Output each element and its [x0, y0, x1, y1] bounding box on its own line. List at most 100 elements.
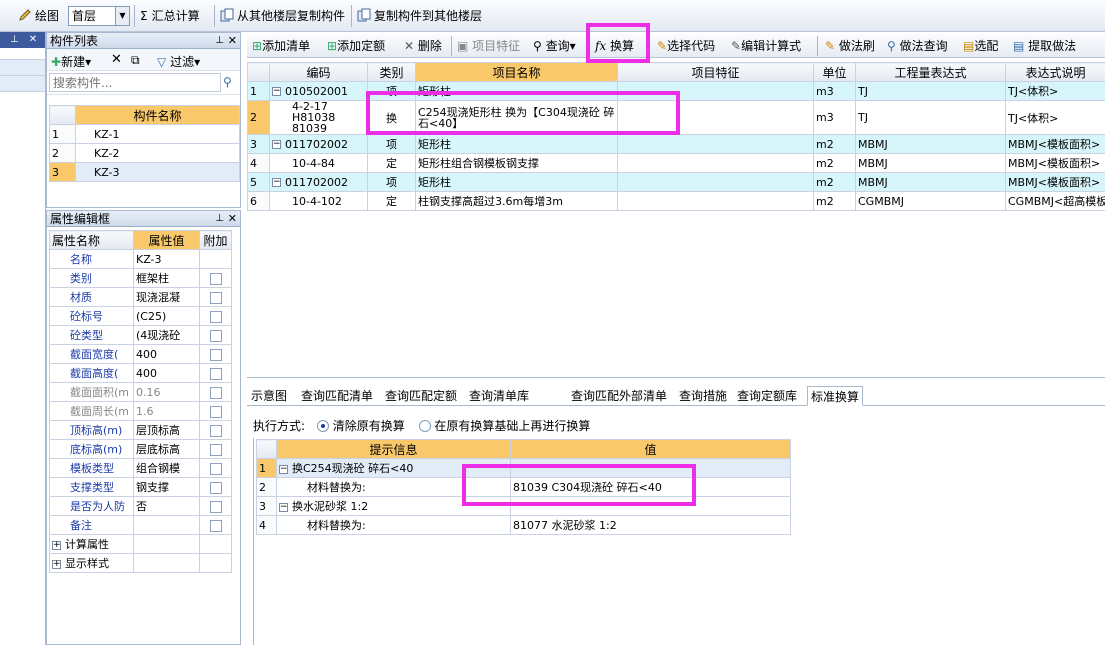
property-value[interactable]: 现浇混凝 — [133, 287, 200, 307]
property-row[interactable]: 材质 现浇混凝 — [49, 287, 232, 307]
convert-button[interactable]: fx 换算 — [595, 36, 634, 56]
attach-checkbox[interactable] — [209, 443, 222, 456]
tab-2[interactable]: 查询匹配定额 — [385, 386, 465, 406]
table-row[interactable]: 6 10-4-102 定柱钢支撑高超过3.6m每增3m m2 CGMBMJ CGMBMJ<… — [247, 191, 1105, 211]
item-feature-button[interactable]: ▣ 项目特征 — [457, 36, 520, 56]
extract-method-button[interactable]: ▤ 提取做法 — [1013, 36, 1076, 56]
table-row[interactable]: 4 10-4-84 定矩形柱组合钢模板钢支撑 m2 MBMJ MBMJ<模板面积> — [247, 153, 1105, 173]
property-row[interactable]: 备注 — [49, 515, 232, 535]
property-row[interactable]: 顶标高(m) 层顶标高 — [49, 420, 232, 440]
radio-continue-conversion[interactable] — [418, 420, 431, 432]
property-row[interactable]: 截面高度(400 — [49, 363, 232, 383]
attach-checkbox[interactable] — [209, 405, 222, 418]
property-value[interactable]: (4现浇砼 — [133, 325, 200, 345]
property-value[interactable]: 400 — [133, 363, 200, 383]
property-value[interactable]: 层底标高 — [133, 439, 200, 459]
collapse-icon[interactable]: − — [279, 464, 288, 474]
attach-checkbox[interactable] — [209, 519, 222, 532]
property-value[interactable]: 0.16 — [133, 382, 200, 402]
collapse-icon[interactable]: − — [272, 87, 281, 96]
property-row[interactable]: 底标高(m) 层底标高 — [49, 439, 232, 459]
property-value[interactable]: 层顶标高 — [133, 420, 200, 440]
attach-checkbox[interactable] — [209, 272, 222, 285]
table-row[interactable]: 1 KZ-1 — [49, 124, 240, 144]
collapse-icon[interactable]: − — [279, 502, 288, 512]
close-icon[interactable]: ✕ — [29, 34, 37, 45]
floor-select[interactable]: 首层 ▼ — [68, 6, 130, 26]
expand-icon[interactable]: + — [52, 540, 61, 550]
copy-to-floor-button[interactable]: 复制构件到其他楼层 — [357, 6, 482, 26]
edit-formula-button[interactable]: ✎编辑计算式 — [731, 36, 801, 56]
sum-calc-button[interactable]: Σ 汇总计算 — [140, 6, 200, 26]
tab-5[interactable]: 查询措施 — [679, 386, 733, 406]
property-row[interactable]: 砼标号 (C25) — [49, 306, 232, 326]
search-input[interactable] — [49, 73, 221, 92]
table-row[interactable]: 2 4-2-17 H81038 81039 换 C254现浇矩形柱 换为【C304现浇… — [247, 100, 1105, 135]
attach-checkbox[interactable] — [209, 310, 222, 323]
attach-checkbox[interactable] — [209, 462, 222, 475]
expand-icon[interactable]: + — [52, 559, 61, 569]
copy-from-floor-button[interactable]: 从其他楼层复制构件 — [220, 6, 345, 26]
property-row[interactable]: 类别 框架柱 — [49, 268, 232, 288]
table-row[interactable]: 2 KZ-2 — [49, 143, 240, 163]
attach-checkbox[interactable] — [209, 329, 222, 342]
query-button[interactable]: ⚲ 查询▾ — [533, 36, 576, 56]
property-row[interactable]: 砼类型 (4现浇砼 — [49, 325, 232, 345]
tab-7[interactable]: 标准换算 — [807, 386, 863, 406]
filter-button[interactable]: ▽ 过滤▾ — [157, 53, 200, 70]
pin-icon[interactable]: ⊥ — [215, 211, 224, 227]
copy-icon[interactable]: ⧉ — [131, 53, 140, 68]
tab-6[interactable]: 查询定额库 — [737, 386, 803, 406]
search-icon[interactable]: ⚲ — [223, 75, 232, 89]
conversion-row[interactable]: 4 材料替换为: 81077 水泥砂浆 1:2 — [256, 515, 791, 535]
add-list-button[interactable]: ⊞添加清单 — [252, 36, 310, 56]
property-row[interactable]: 截面面积(m 0.16 — [49, 382, 232, 402]
method-brush-button[interactable]: ✎ 做法刷 — [825, 36, 875, 56]
table-row[interactable]: 5−011702002 项矩形柱 m2 MBMJ MBMJ<模板面积> — [247, 172, 1105, 192]
new-button[interactable]: ✚新建▾ — [51, 53, 91, 70]
property-row[interactable]: 名称 KZ-3 — [49, 249, 232, 269]
close-icon[interactable]: ✕ — [228, 33, 237, 49]
conversion-row[interactable]: 1− 换C254现浇砼 碎石<40 — [256, 458, 791, 478]
property-value[interactable]: 否 — [133, 496, 200, 516]
conversion-row[interactable]: 3− 换水泥砂浆 1:2 — [256, 496, 791, 516]
property-group-row[interactable]: + 计算属性 — [49, 534, 232, 554]
tab-4[interactable]: 查询匹配外部清单 — [571, 386, 675, 406]
property-row[interactable]: 支撑类型 钢支撑 — [49, 477, 232, 497]
select-match-button[interactable]: ▤选配 — [963, 36, 998, 56]
property-row[interactable]: 截面宽度(400 — [49, 344, 232, 364]
collapse-icon[interactable]: − — [272, 140, 281, 149]
method-query-button[interactable]: ⚲ 做法查询 — [887, 36, 948, 56]
attach-checkbox[interactable] — [209, 481, 222, 494]
property-value[interactable]: 框架柱 — [133, 268, 200, 288]
table-row[interactable]: 3−011702002 项矩形柱 m2 MBMJ MBMJ<模板面积> — [247, 134, 1105, 154]
property-value[interactable]: 1.6 — [133, 401, 200, 421]
property-value[interactable]: 钢支撑 — [133, 477, 200, 497]
attach-checkbox[interactable] — [209, 424, 222, 437]
conversion-row[interactable]: 2 材料替换为: 81039 C304现浇砼 碎石<40 — [256, 477, 791, 497]
radio-clear-conversion[interactable] — [316, 420, 329, 432]
property-value[interactable]: KZ-3 — [133, 249, 200, 269]
tab-3[interactable]: 查询清单库 — [469, 386, 567, 406]
property-row[interactable]: 截面周长(m 1.6 — [49, 401, 232, 421]
tab-0[interactable]: 示意图 — [251, 386, 297, 406]
attach-checkbox[interactable] — [209, 367, 222, 380]
delete-button[interactable]: ✕ 删除 — [404, 36, 442, 56]
property-value[interactable] — [133, 515, 200, 535]
add-quota-button[interactable]: ⊞添加定额 — [327, 36, 385, 56]
draw-button[interactable]: 绘图 — [18, 6, 59, 26]
property-value[interactable]: 组合钢模 — [133, 458, 200, 478]
attach-checkbox[interactable] — [209, 348, 222, 361]
tab-1[interactable]: 查询匹配清单 — [301, 386, 381, 406]
select-code-button[interactable]: ✎选择代码 — [657, 36, 715, 56]
pin-icon[interactable]: ᅟ⊥ — [206, 33, 224, 49]
close-icon[interactable]: ✕ — [228, 211, 237, 227]
attach-checkbox[interactable] — [209, 386, 222, 399]
property-value[interactable]: 400 — [133, 344, 200, 364]
collapse-icon[interactable]: − — [272, 178, 281, 187]
table-row[interactable]: 1−010502001 项矩形柱 m3 TJ TJ<体积> — [247, 81, 1105, 101]
property-row[interactable]: 是否为人防否 — [49, 496, 232, 516]
property-group-row[interactable]: + 显示样式 — [49, 553, 232, 573]
table-row-selected[interactable]: 3 KZ-3 — [49, 162, 240, 182]
property-value[interactable]: (C25) — [133, 306, 200, 326]
